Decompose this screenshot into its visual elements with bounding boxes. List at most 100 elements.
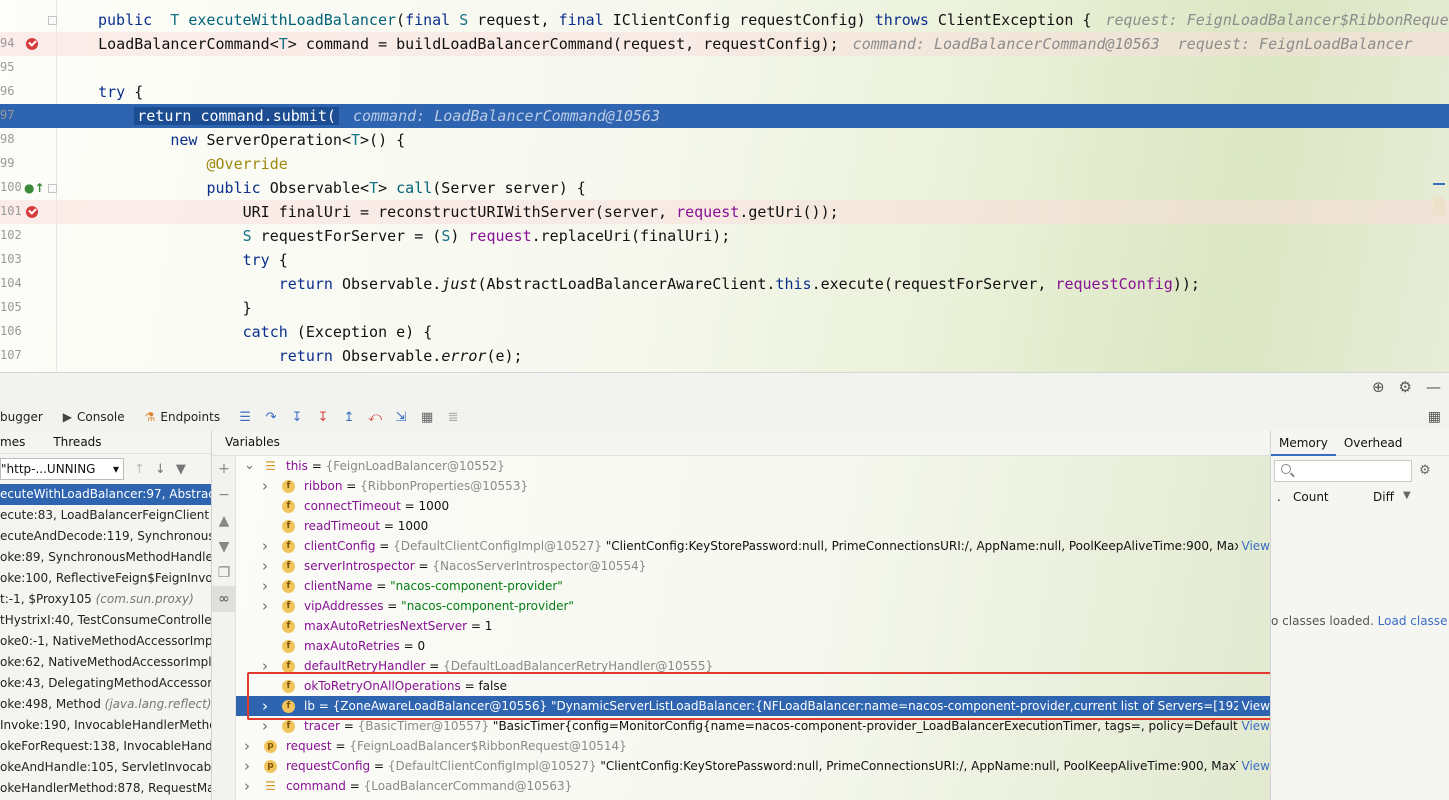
evaluate-expression-icon[interactable]: ▦ (416, 407, 438, 427)
line-gutter[interactable]: 101 (0, 200, 56, 224)
variable-row[interactable]: › f lb = {ZoneAwareLoadBalancer@10556} "Dy… (236, 696, 1270, 716)
fold-icon[interactable] (48, 16, 57, 25)
code-line[interactable]: 97 return command.submit(command: LoadBa… (0, 104, 1449, 128)
variable-row[interactable]: › p requestConfig = {DefaultClientConfigIm… (236, 756, 1270, 776)
variable-row[interactable]: › f tracer = {BasicTimer@10557} "BasicTime… (236, 716, 1270, 736)
frame-item[interactable]: ecuteWithLoadBalancer:97, AbstractL (0, 484, 211, 505)
chevron-right-icon[interactable]: › (262, 596, 268, 616)
frame-item[interactable]: ecuteAndDecode:119, SynchronousM (0, 526, 211, 547)
frame-item[interactable]: okeAndHandle:105, ServletInvocable (0, 757, 211, 778)
frame-item[interactable]: okeForRequest:138, InvocableHandle (0, 736, 211, 757)
chevron-right-icon[interactable]: › (262, 556, 268, 576)
line-gutter[interactable]: 107 (0, 344, 56, 368)
code-line[interactable]: 101 URI finalUri = reconstructURIWithSer… (0, 200, 1449, 224)
chevron-right-icon[interactable]: › (262, 536, 268, 556)
chevron-right-icon[interactable]: › (244, 756, 250, 776)
trace-current-stream-icon[interactable]: ≣ (442, 407, 464, 427)
line-gutter[interactable]: 98 (0, 128, 56, 152)
arrow-down-icon[interactable]: ↓ (155, 462, 166, 477)
view-link[interactable]: View (1238, 716, 1270, 736)
restore-layout-icon[interactable]: ▦ (1428, 409, 1441, 425)
breakpoint-icon[interactable] (26, 38, 38, 50)
column-count[interactable]: Count (1293, 490, 1329, 504)
line-gutter[interactable]: 104 (0, 272, 56, 296)
frame-item[interactable]: okeHandlerMethod:878, RequestMa (0, 778, 211, 799)
load-classes-link[interactable]: Load classe (1378, 614, 1448, 628)
code-line[interactable]: 94 LoadBalancerCommand<T> command = buil… (0, 32, 1449, 56)
variable-row[interactable]: › f defaultRetryHandler = {DefaultLoadBala… (236, 656, 1270, 676)
gear-icon[interactable]: ⚙ (1399, 378, 1412, 396)
tab-bugger[interactable]: bugger (0, 406, 53, 428)
copy-icon[interactable]: ❐ (212, 560, 236, 586)
variable-row[interactable]: › f ribbon = {RibbonProperties@10553} (236, 476, 1270, 496)
code-line[interactable]: 104 return Observable.just(AbstractLoadB… (0, 272, 1449, 296)
line-gutter[interactable]: 100 ●↑ (0, 176, 57, 200)
variable-row[interactable]: › f clientName = "nacos-component-provider… (236, 576, 1270, 596)
code-line[interactable]: 100 ●↑ public Observable<T> call(Server s… (0, 176, 1449, 200)
scrollbar-marker[interactable] (1433, 197, 1445, 215)
line-gutter[interactable]: 105 (0, 296, 56, 320)
force-step-into-icon[interactable]: ↧ (312, 407, 334, 427)
frame-item[interactable]: tHystrixI:40, TestConsumeController (0, 610, 211, 631)
frame-item[interactable]: oke:89, SynchronousMethodHandler (0, 547, 211, 568)
filter-icon[interactable]: ▼ (176, 462, 186, 477)
layout-settings-icon[interactable]: ⊕ (1372, 378, 1385, 396)
frame-item[interactable]: oke:100, ReflectiveFeign$FeignInvoca (0, 568, 211, 589)
frame-item[interactable]: oke:62, NativeMethodAccessorImpl (0, 652, 211, 673)
fold-icon[interactable] (48, 184, 57, 193)
variable-row[interactable]: › ☰ command = {LoadBalancerCommand@10563} (236, 776, 1270, 796)
tab-memory[interactable]: Memory (1271, 430, 1336, 456)
variable-row[interactable]: ⌄ ☰ this = {FeignLoadBalancer@10552} (236, 456, 1270, 476)
code-line[interactable]: public T executeWithLoadBalancer(final S… (0, 8, 1449, 32)
view-link[interactable]: View (1238, 536, 1270, 556)
move-up-icon[interactable]: ▲ (212, 508, 236, 534)
frame-item[interactable]: t:-1, $Proxy105 (com.sun.proxy) (0, 589, 211, 610)
line-gutter[interactable]: 97 (0, 104, 56, 128)
chevron-right-icon[interactable]: › (262, 476, 268, 496)
drop-frame-icon[interactable]: ⤺ (364, 407, 386, 427)
column-diff[interactable]: Diff (1373, 490, 1394, 504)
variable-row[interactable]: f okToRetryOnAllOperations = false (236, 676, 1270, 696)
variable-row[interactable]: › f vipAddresses = "nacos-component-provid… (236, 596, 1270, 616)
run-to-cursor-icon[interactable]: ⇲ (390, 407, 412, 427)
arrow-up-icon[interactable]: ↑ (134, 462, 145, 477)
code-editor[interactable]: public T executeWithLoadBalancer(final S… (0, 0, 1449, 372)
scrollbar-marker[interactable] (1433, 183, 1445, 185)
variable-row[interactable]: f connectTimeout = 1000 (236, 496, 1270, 516)
variable-row[interactable]: › p request = {FeignLoadBalancer$RibbonReq… (236, 736, 1270, 756)
view-link[interactable]: View (1237, 696, 1270, 716)
line-gutter[interactable] (0, 8, 57, 32)
frame-item[interactable]: ecute:83, LoadBalancerFeignClient (o (0, 505, 211, 526)
line-gutter[interactable]: 103 (0, 248, 56, 272)
show-watches-icon[interactable]: ∞ (212, 586, 236, 612)
code-line[interactable]: 105 } (0, 296, 1449, 320)
step-into-icon[interactable]: ↧ (286, 407, 308, 427)
variable-row[interactable]: f maxAutoRetries = 0 (236, 636, 1270, 656)
breakpoint-icon[interactable] (26, 206, 38, 218)
code-line[interactable]: 98 new ServerOperation<T>() { (0, 128, 1449, 152)
line-gutter[interactable]: 99 (0, 152, 56, 176)
frame-item[interactable]: Invoke:190, InvocableHandlerMetho (0, 715, 211, 736)
show-execution-point-icon[interactable]: ☰ (234, 407, 256, 427)
minimize-icon[interactable]: — (1426, 378, 1441, 396)
tab-frames[interactable]: mes (0, 435, 39, 449)
code-line[interactable]: 99 @Override (0, 152, 1449, 176)
variable-row[interactable]: f readTimeout = 1000 (236, 516, 1270, 536)
code-line[interactable]: 96 try { (0, 80, 1449, 104)
variable-row[interactable]: › f serverIntrospector = {NacosServerIntro… (236, 556, 1270, 576)
override-arrow-icon[interactable]: ●↑ (24, 181, 45, 195)
column-class[interactable]: . (1277, 490, 1281, 504)
tab-threads[interactable]: Threads (39, 435, 115, 449)
frame-item[interactable]: oke:498, Method (java.lang.reflect) (0, 694, 211, 715)
memory-settings-icon[interactable]: ⚙ (1419, 463, 1431, 478)
line-gutter[interactable]: 96 (0, 80, 56, 104)
variable-row[interactable]: › f clientConfig = {DefaultClientConfigImp… (236, 536, 1270, 556)
view-link[interactable]: View (1238, 756, 1270, 776)
line-gutter[interactable]: 94 (0, 32, 56, 56)
code-line[interactable]: 107 return Observable.error(e); (0, 344, 1449, 368)
tab-overhead[interactable]: Overhead (1336, 436, 1411, 450)
line-gutter[interactable]: 106 (0, 320, 56, 344)
tab-console[interactable]: ▶ Console (53, 406, 135, 428)
add-watch-icon[interactable]: + (212, 456, 236, 482)
frame-item[interactable]: oke:43, DelegatingMethodAccessorI (0, 673, 211, 694)
